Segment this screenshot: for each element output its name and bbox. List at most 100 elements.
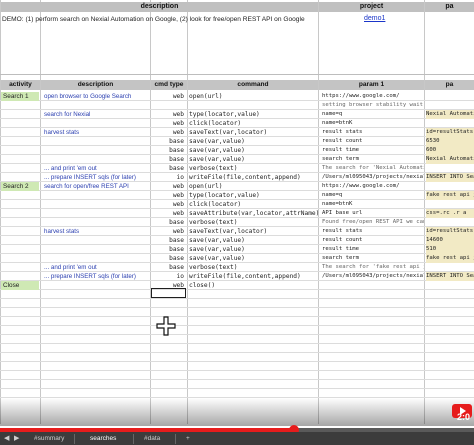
row-cmd-type-cell[interactable]: web xyxy=(152,119,185,128)
row-command-cell[interactable]: click(locator) xyxy=(189,200,241,209)
row-command-cell[interactable]: open(url) xyxy=(189,182,223,191)
row-description-cell[interactable]: ... and print 'em out xyxy=(44,164,97,173)
row-activity-cell[interactable]: Search 1 xyxy=(1,92,39,101)
row-activity-cell[interactable] xyxy=(1,227,39,236)
row-param2-cell[interactable]: fake rest api j xyxy=(426,254,474,263)
row-command-cell[interactable]: saveText(var,locator) xyxy=(189,227,267,236)
row-param1-cell[interactable]: The search for 'fake rest api jsonplaceh… xyxy=(322,263,424,272)
row-param1-cell[interactable]: API base url xyxy=(322,209,424,218)
row-param1-cell[interactable]: result time xyxy=(322,245,424,254)
row-command-cell[interactable]: writeFile(file,content,append) xyxy=(189,272,301,281)
row-param1-cell[interactable]: search term xyxy=(322,254,424,263)
row-cmd-type-cell[interactable]: base xyxy=(152,254,185,263)
row-param1-cell[interactable]: /Users/ml095043/projects/nexial/de xyxy=(322,272,424,281)
column-header-activity[interactable]: activity xyxy=(1,80,40,90)
row-cmd-type-cell[interactable]: web xyxy=(152,110,185,119)
row-activity-cell[interactable] xyxy=(1,200,39,209)
row-cmd-type-cell[interactable]: base xyxy=(152,137,185,146)
row-command-cell[interactable]: writeFile(file,content,append) xyxy=(189,173,301,182)
row-param2-cell[interactable]: css=.rc .r a xyxy=(426,209,474,218)
row-param2-cell[interactable]: 14600 xyxy=(426,236,474,245)
row-command-cell[interactable]: save(var,value) xyxy=(189,254,245,263)
row-command-cell[interactable]: type(locator,value) xyxy=(189,191,260,200)
column-header-command[interactable]: command xyxy=(188,80,318,90)
row-param1-cell[interactable]: name=q xyxy=(322,110,424,119)
row-command-cell[interactable]: verbose(text) xyxy=(189,218,237,227)
row-param1-cell[interactable]: search term xyxy=(322,155,424,164)
row-param1-cell[interactable]: /Users/ml095043/projects/nexial/de xyxy=(322,173,424,182)
row-param2-cell[interactable]: Nexial Automatio xyxy=(426,110,474,119)
row-command-cell[interactable]: save(var,value) xyxy=(189,146,245,155)
row-cmd-type-cell[interactable]: web xyxy=(152,92,185,101)
row-param1-cell[interactable]: result time xyxy=(322,146,424,155)
row-activity-cell[interactable]: Search 2 xyxy=(1,182,39,191)
row-command-cell[interactable]: verbose(text) xyxy=(189,263,237,272)
row-param2-cell[interactable]: id=resultStats xyxy=(426,227,474,236)
row-description-cell[interactable]: harvest stats xyxy=(44,128,79,137)
row-param1-cell[interactable]: https://www.google.com/ xyxy=(322,92,424,101)
row-cmd-type-cell[interactable]: io xyxy=(152,173,185,182)
row-param2-cell[interactable]: fake rest api j xyxy=(426,191,474,200)
row-description-cell[interactable]: harvest stats xyxy=(44,227,79,236)
row-activity-cell[interactable] xyxy=(1,119,39,128)
row-description-cell[interactable]: ... and print 'em out xyxy=(44,263,97,272)
row-param2-cell[interactable]: INSERT INTO Sear xyxy=(426,173,474,182)
tab-searches[interactable]: searches xyxy=(86,434,134,444)
column-header-cmd-type[interactable]: cmd type xyxy=(151,80,187,90)
row-activity-cell[interactable] xyxy=(1,263,39,272)
row-activity-cell[interactable] xyxy=(1,236,39,245)
tab-data[interactable]: #data xyxy=(140,434,176,444)
row-command-cell[interactable]: save(var,value) xyxy=(189,137,245,146)
row-param1-cell[interactable]: name=q xyxy=(322,191,424,200)
row-param1-cell[interactable]: result stats xyxy=(322,227,424,236)
row-command-cell[interactable]: close() xyxy=(189,281,215,290)
row-command-cell[interactable]: saveAttribute(var,locator,attrName) xyxy=(189,209,319,218)
row-cmd-type-cell[interactable]: base xyxy=(152,155,185,164)
scenario-description[interactable]: DEMO: (1) perform search on Nexial Autom… xyxy=(2,15,314,24)
project-link[interactable]: demo1 xyxy=(364,15,385,22)
row-param1-cell[interactable]: setting browser stability wait time to 3… xyxy=(322,101,424,110)
row-description-cell[interactable]: search for Nexial xyxy=(44,110,90,119)
row-cmd-type-cell[interactable]: base xyxy=(152,164,185,173)
row-activity-cell[interactable] xyxy=(1,101,39,110)
row-activity-cell[interactable] xyxy=(1,245,39,254)
row-param2-cell[interactable]: 6530 xyxy=(426,137,474,146)
column-header-param1[interactable]: param 1 xyxy=(319,80,424,90)
column-header-description[interactable]: description xyxy=(41,80,150,90)
row-param1-cell[interactable]: result count xyxy=(322,236,424,245)
row-param2-cell[interactable]: 600 xyxy=(426,146,474,155)
tab-prev-icon[interactable]: ◀ xyxy=(4,434,9,444)
row-description-cell[interactable]: ... prepare INSERT sqls (for later) xyxy=(44,173,136,182)
row-param2-cell[interactable]: INSERT INTO Sear xyxy=(426,272,474,281)
row-activity-cell[interactable] xyxy=(1,218,39,227)
column-header-param2[interactable]: pa xyxy=(425,80,474,90)
row-cmd-type-cell[interactable]: base xyxy=(152,245,185,254)
row-command-cell[interactable]: save(var,value) xyxy=(189,245,245,254)
row-cmd-type-cell[interactable]: web xyxy=(152,182,185,191)
row-cmd-type-cell[interactable]: web xyxy=(152,191,185,200)
row-param2-cell[interactable]: id=resultStats xyxy=(426,128,474,137)
row-param1-cell[interactable]: https://www.google.com/ xyxy=(322,182,424,191)
row-param1-cell[interactable]: name=btnK xyxy=(322,119,424,128)
row-activity-cell[interactable] xyxy=(1,191,39,200)
row-cmd-type-cell[interactable]: base xyxy=(152,236,185,245)
row-activity-cell[interactable] xyxy=(1,164,39,173)
row-param2-cell[interactable]: 510 xyxy=(426,245,474,254)
tab-next-icon[interactable]: ▶ xyxy=(14,434,19,444)
tab-summary[interactable]: #summary xyxy=(30,434,75,444)
row-activity-cell[interactable]: Close xyxy=(1,281,39,290)
row-cmd-type-cell[interactable]: io xyxy=(152,272,185,281)
row-command-cell[interactable]: type(locator,value) xyxy=(189,110,260,119)
row-activity-cell[interactable] xyxy=(1,173,39,182)
row-description-cell[interactable]: ... prepare INSERT sqls (for later) xyxy=(44,272,136,281)
selected-cell[interactable] xyxy=(151,288,186,298)
row-cmd-type-cell[interactable]: web xyxy=(152,200,185,209)
row-command-cell[interactable]: open(url) xyxy=(189,92,223,101)
row-activity-cell[interactable] xyxy=(1,110,39,119)
row-command-cell[interactable]: click(locator) xyxy=(189,119,241,128)
row-activity-cell[interactable] xyxy=(1,155,39,164)
row-param1-cell[interactable]: result count xyxy=(322,137,424,146)
row-description-cell[interactable]: open browser to Google Search xyxy=(44,92,131,101)
row-cmd-type-cell[interactable]: web xyxy=(152,227,185,236)
row-param1-cell[interactable]: name=btnK xyxy=(322,200,424,209)
